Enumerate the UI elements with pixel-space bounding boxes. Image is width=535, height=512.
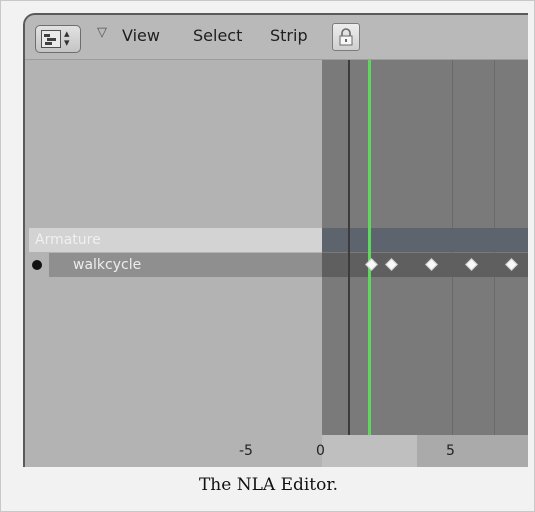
lock-button[interactable] [332, 23, 360, 51]
frame-zero-line [348, 60, 350, 435]
editor-type-selector[interactable]: ▴ ▾ [35, 25, 81, 53]
nla-editor-icon [41, 30, 61, 48]
menu-view[interactable]: View [122, 26, 160, 45]
nla-editor-window: ▴ ▾ ▽ View Select Strip Armature walkcycl… [23, 13, 528, 467]
frame-ruler-left [25, 435, 322, 467]
active-action-dot-icon [32, 260, 42, 270]
channel-list: Armature walkcycle [25, 60, 322, 435]
ruler-tick-minus5: -5 [239, 443, 253, 459]
channel-walkcycle[interactable]: walkcycle [49, 253, 322, 277]
lock-icon [339, 28, 353, 46]
figure-caption: The NLA Editor. [198, 475, 339, 495]
frame-ruler-highlight [322, 435, 417, 467]
ruler-tick-0: 0 [316, 443, 325, 459]
menu-strip[interactable]: Strip [270, 26, 308, 45]
ruler-tick-5: 5 [446, 443, 455, 459]
collapse-menus-icon[interactable]: ▽ [97, 25, 107, 40]
updown-arrows-icon: ▴ ▾ [64, 27, 70, 49]
strip-timeline[interactable] [322, 60, 528, 435]
current-frame-indicator[interactable] [368, 60, 371, 435]
menu-select[interactable]: Select [193, 26, 242, 45]
figure-frame: ▴ ▾ ▽ View Select Strip Armature walkcycl… [0, 0, 535, 512]
editor-header: ▴ ▾ ▽ View Select Strip [25, 15, 528, 60]
channel-armature[interactable]: Armature [29, 228, 322, 252]
armature-strip-row [322, 228, 528, 252]
